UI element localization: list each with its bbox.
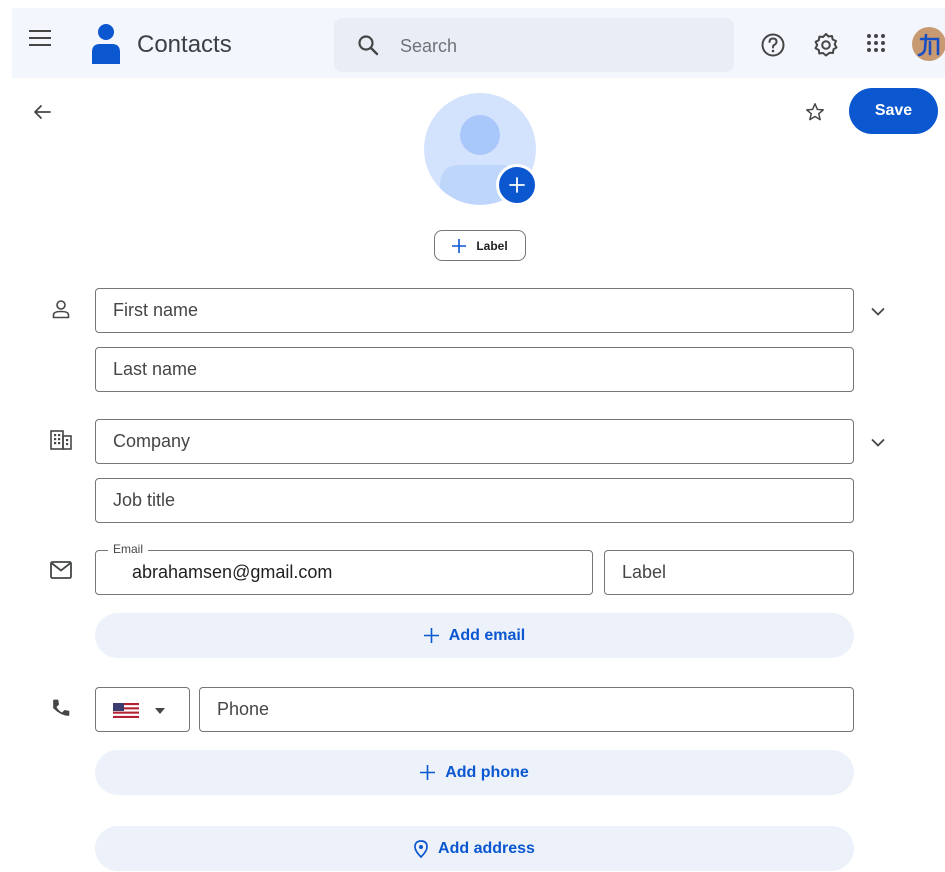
chevron-down-icon[interactable] — [866, 299, 890, 323]
label-chip-text: Label — [476, 238, 508, 253]
account-avatar[interactable] — [912, 27, 945, 61]
phone-icon — [49, 696, 73, 720]
email-input[interactable] — [132, 551, 598, 594]
add-address-button[interactable]: Add address — [95, 826, 854, 871]
settings-icon[interactable] — [812, 31, 840, 59]
chevron-down-icon[interactable] — [866, 430, 890, 454]
company-field[interactable] — [95, 419, 854, 464]
add-phone-button[interactable]: Add phone — [95, 750, 854, 795]
plus-icon — [423, 628, 439, 643]
search-bar[interactable] — [334, 18, 734, 72]
email-field[interactable]: Email — [95, 542, 598, 595]
phone-field[interactable] — [199, 687, 854, 732]
search-icon[interactable] — [356, 33, 380, 57]
us-flag-icon — [113, 703, 139, 718]
add-email-label: Add email — [448, 626, 526, 644]
job-title-input[interactable] — [113, 479, 840, 522]
contacts-logo-icon — [90, 24, 122, 64]
search-input[interactable] — [398, 30, 722, 62]
save-button[interactable]: Save — [849, 88, 938, 134]
country-code-select[interactable] — [95, 687, 190, 732]
job-title-field[interactable] — [95, 478, 854, 523]
app-title: Contacts — [137, 31, 232, 58]
person-icon — [49, 297, 73, 321]
plus-icon — [452, 238, 467, 253]
location-pin-icon — [414, 839, 428, 858]
email-label-input[interactable] — [622, 551, 840, 594]
first-name-input[interactable] — [113, 289, 840, 332]
email-label-field[interactable] — [604, 550, 854, 595]
add-address-label: Add address — [438, 839, 535, 857]
apps-grid-icon[interactable] — [864, 31, 888, 55]
add-photo-button[interactable] — [496, 164, 538, 206]
building-icon — [49, 428, 73, 452]
caret-down-icon — [155, 708, 165, 714]
last-name-field[interactable] — [95, 347, 854, 392]
mail-icon — [49, 558, 73, 582]
help-icon[interactable] — [759, 31, 787, 59]
plus-icon — [420, 765, 436, 780]
star-outline-icon[interactable] — [803, 100, 827, 124]
add-email-button[interactable]: Add email — [95, 613, 854, 658]
add-label-chip[interactable]: Label — [434, 230, 526, 261]
last-name-input[interactable] — [113, 348, 840, 391]
first-name-field[interactable] — [95, 288, 854, 333]
company-input[interactable] — [113, 420, 840, 463]
plus-icon — [509, 177, 525, 193]
arrow-back-icon[interactable] — [30, 100, 54, 124]
phone-input[interactable] — [217, 688, 840, 731]
menu-icon[interactable] — [26, 24, 54, 52]
add-phone-label: Add phone — [445, 763, 529, 781]
